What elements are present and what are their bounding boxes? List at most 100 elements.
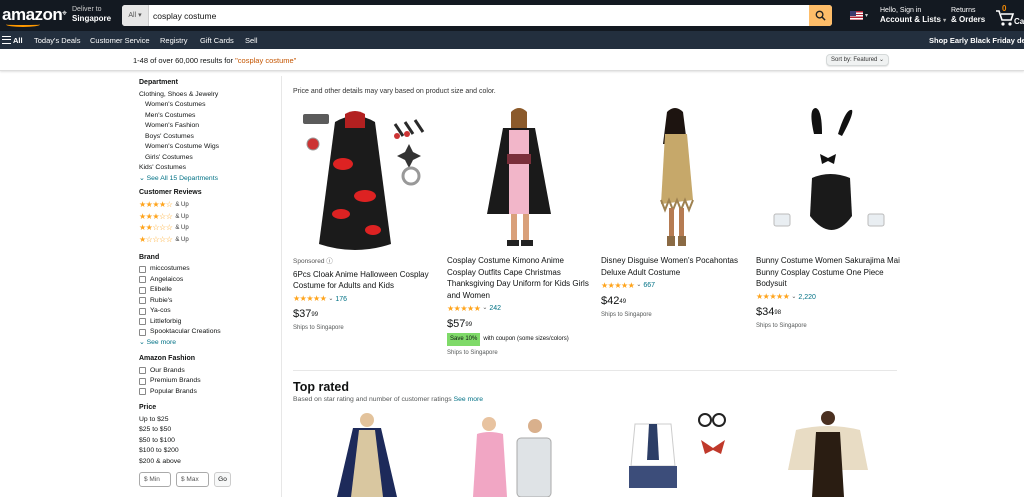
subnav-gift-cards[interactable]: Gift Cards [200,36,234,45]
top-rated-see-more[interactable]: See more [454,396,483,403]
cloak-costume-image [303,111,425,250]
subnav-registry[interactable]: Registry [160,36,188,45]
subnav-all[interactable]: All [13,36,23,45]
checkbox-icon[interactable] [139,297,146,305]
price-fraction: 99 [465,321,473,328]
department-item[interactable]: Boys' Costumes [139,132,279,143]
product-image-bunny[interactable] [756,104,901,254]
checkbox-icon[interactable] [139,377,146,385]
subnav-promo[interactable]: Shop Early Black Friday dea [929,36,1024,45]
product-image-pocahontas[interactable] [601,104,746,254]
brand-checkbox[interactable]: miccostumes [139,264,279,275]
department-item[interactable]: Women's Fashion [139,121,279,132]
brand-checkbox[interactable]: Littleforbig [139,317,279,328]
go-button[interactable]: Go [214,472,231,487]
hamburger-menu-icon[interactable] [2,36,11,44]
brand-checkbox[interactable]: Spooktacular Creations [139,327,279,338]
checkbox-icon[interactable] [139,286,146,294]
review-count[interactable]: 2,220 [798,292,816,304]
brand-checkbox[interactable]: Angelaicos [139,275,279,286]
checkbox-icon[interactable] [139,318,146,326]
review-count[interactable]: 242 [489,303,501,315]
coupon-badge[interactable]: Save 10% [447,332,481,346]
product-image-kimono[interactable] [447,104,592,254]
price-range-link[interactable]: Up to $25 [139,415,279,426]
rating-filter-2[interactable]: ★★☆☆☆ & Up [139,223,279,235]
min-price-input[interactable]: $ Min [139,472,171,487]
cart-label: Ca [1014,17,1024,26]
see-more-brands[interactable]: ⌄ See more [139,338,279,349]
search-icon [815,10,826,21]
subnav-todays-deals[interactable]: Today's Deals [34,36,80,45]
product-rating[interactable]: ★★★★★ ⌄ 242 [447,303,592,315]
brand-checkbox[interactable]: Ya-cos [139,306,279,317]
top-nav: amazon ⌖ Deliver to Singapore All ▾ ▾ He… [0,0,1024,31]
checkbox-icon[interactable] [139,307,146,315]
deliver-to[interactable]: ⌖ Deliver to Singapore [62,5,111,23]
chevron-down-icon: ⌄ [482,305,488,311]
subnav-customer-service[interactable]: Customer Service [90,36,150,45]
brand-checkbox[interactable]: Rubie's [139,296,279,307]
checkbox-icon[interactable] [139,276,146,284]
review-count[interactable]: 667 [643,280,655,292]
brand-checkbox[interactable]: Elibelle [139,285,279,296]
product-price[interactable]: $3799 [293,308,438,321]
price-range-link[interactable]: $25 to $50 [139,425,279,436]
price-range-link[interactable]: $200 & above [139,457,279,468]
checkbox-icon[interactable] [139,328,146,336]
department-kids[interactable]: Kids' Costumes [139,163,279,174]
fashion-checkbox[interactable]: Our Brands [139,366,279,377]
us-flag-icon[interactable] [850,11,863,20]
product-title[interactable]: Bunny Costume Women Sakurajima Mai Bunny… [756,255,901,290]
product-price[interactable]: $4249 [601,295,746,308]
price-whole: $42 [601,294,620,307]
checkbox-icon[interactable] [139,388,146,396]
product-title[interactable]: 6Pcs Cloak Anime Halloween Cosplay Costu… [293,269,438,292]
top-rated-image-uniform[interactable] [601,410,746,497]
product-title[interactable]: Cosplay Costume Kimono Anime Cosplay Out… [447,255,592,301]
product-image-cloak[interactable] [293,104,438,254]
product-price[interactable]: $3498 [756,306,901,319]
search-input[interactable] [153,5,793,26]
product-rating[interactable]: ★★★★★ ⌄ 176 [293,294,438,306]
fashion-checkbox[interactable]: Popular Brands [139,387,279,398]
price-notice: Price and other details may vary based o… [293,88,496,95]
department-item[interactable]: Women's Costumes [139,100,279,111]
product-rating[interactable]: ★★★★★ ⌄ 2,220 [756,292,901,304]
product-title[interactable]: Disney Disguise Women's Pocahontas Delux… [601,255,746,278]
rating-filter-3[interactable]: ★★★☆☆ & Up [139,211,279,223]
price-range-link[interactable]: $50 to $100 [139,436,279,447]
product-rating[interactable]: ★★★★★ ⌄ 667 [601,280,746,292]
product-price[interactable]: $5799 [447,318,592,331]
max-price-input[interactable]: $ Max [176,472,209,487]
info-icon[interactable]: ⓘ [326,258,333,265]
top-rated-image-dress[interactable] [293,410,438,497]
coupon-row[interactable]: Save 10% with coupon (some sizes/colors) [447,332,592,346]
department-item[interactable]: Girls' Costumes [139,153,279,164]
see-all-departments[interactable]: ⌄ See All 15 Departments [139,174,279,185]
product-card: Cosplay Costume Kimono Anime Cosplay Out… [447,104,592,360]
checkbox-icon[interactable] [139,265,146,273]
returns-orders[interactable]: Returns & Orders [951,6,985,24]
rating-filter-1[interactable]: ★☆☆☆☆ & Up [139,234,279,246]
department-top[interactable]: Clothing, Shoes & Jewelry [139,90,279,101]
search-button[interactable] [809,5,832,26]
top-rated-image-renaissance[interactable] [756,410,901,497]
review-count[interactable]: 176 [335,294,347,306]
department-item[interactable]: Men's Costumes [139,111,279,122]
search-category-select[interactable]: All ▾ [122,5,149,26]
fashion-checkbox[interactable]: Premium Brands [139,376,279,387]
department-item[interactable]: Women's Costume Wigs [139,142,279,153]
price-range-link[interactable]: $100 to $200 [139,446,279,457]
top-rated-image-couple[interactable] [447,410,592,498]
sort-dropdown[interactable]: Sort by: Featured ⌄ [826,54,890,66]
subnav-sell[interactable]: Sell [245,36,258,45]
section-divider [293,370,897,371]
stars-icon: ★☆☆☆☆ [139,234,173,244]
cart[interactable]: 0 Ca [995,4,1024,28]
rating-filter-4[interactable]: ★★★★☆ & Up [139,200,279,212]
school-uniform-image [629,413,726,488]
account-lists[interactable]: Hello, Sign in Account & Lists ▾ [880,6,946,26]
chevron-down-icon: ⌄ [879,57,885,63]
checkbox-icon[interactable] [139,367,146,375]
